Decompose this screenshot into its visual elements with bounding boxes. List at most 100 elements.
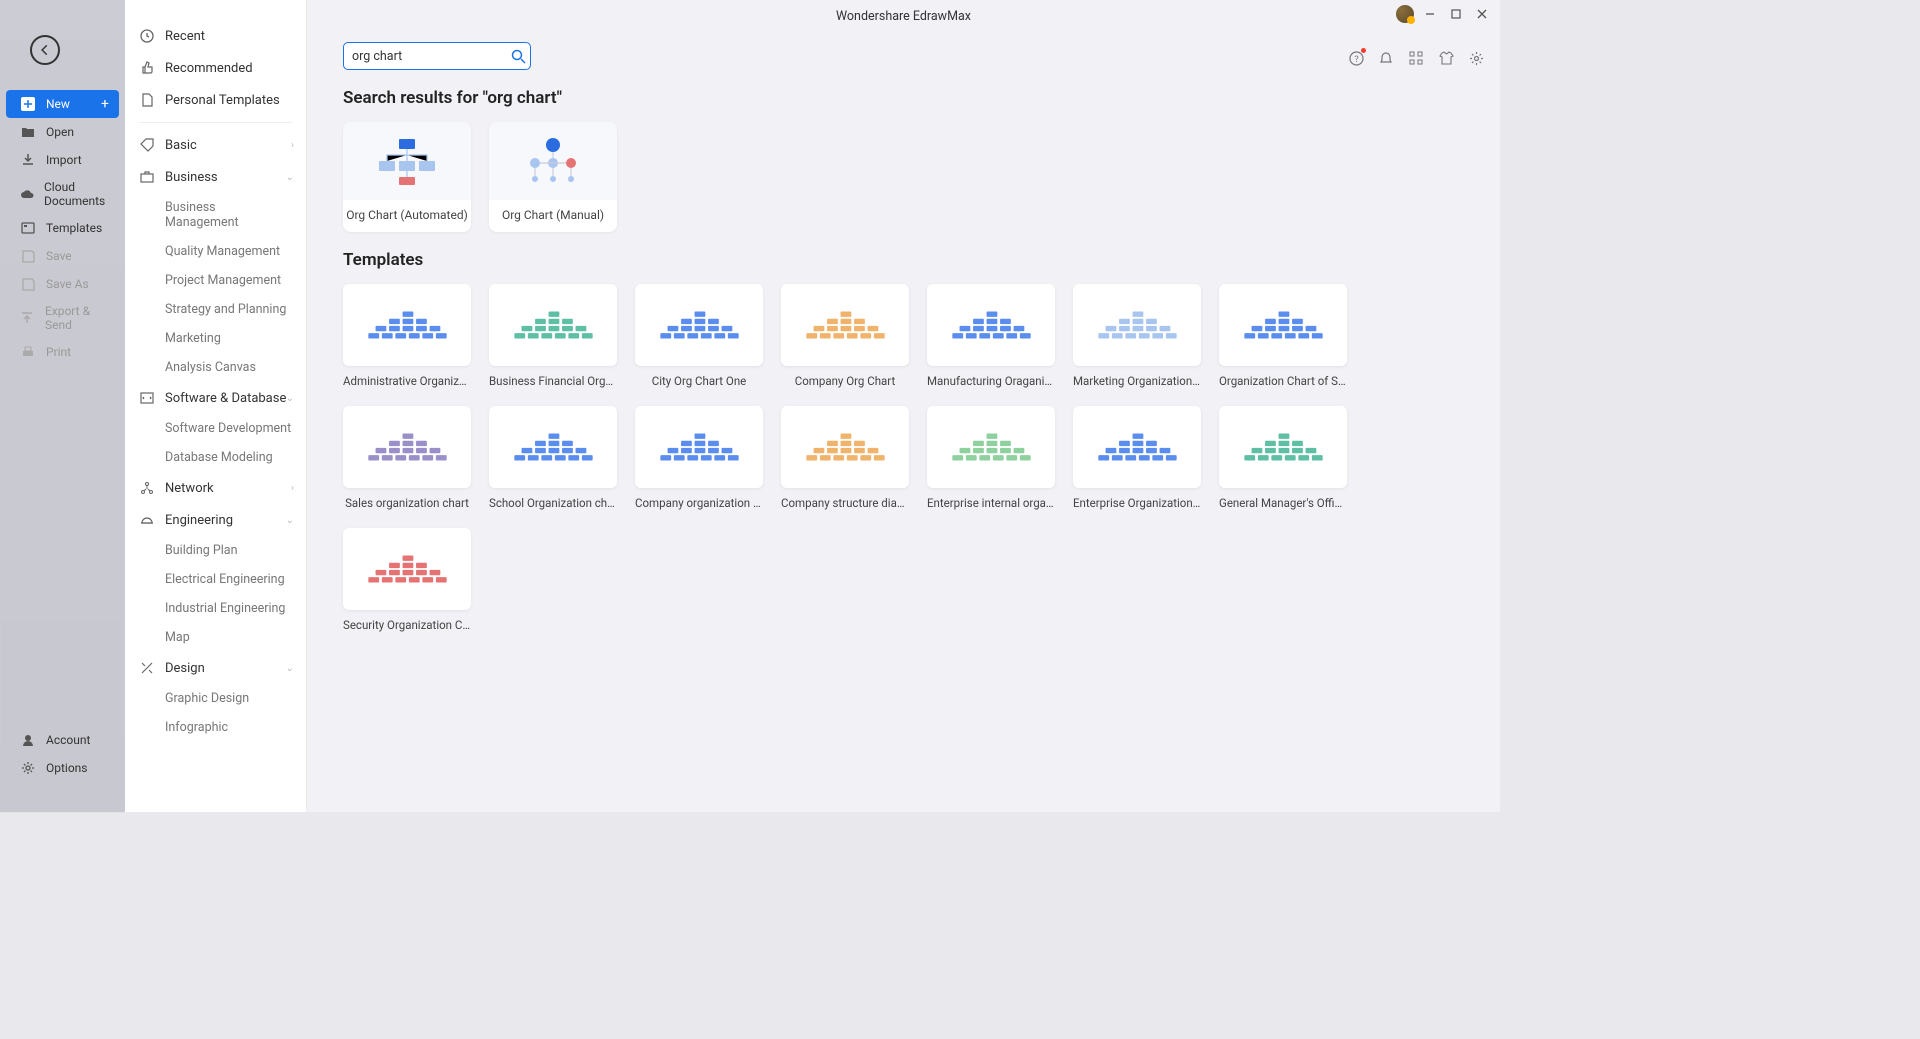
back-button[interactable] [30, 35, 60, 65]
chevron-down-icon: ⌄ [286, 393, 294, 404]
template-label: Enterprise internal organiz... [927, 488, 1055, 510]
search-results-row: Org Chart (Automated) Org Chart (M [343, 122, 1464, 232]
template-card[interactable]: Business Financial Organiz... [489, 284, 617, 388]
result-card-automated[interactable]: Org Chart (Automated) [343, 122, 471, 232]
nav-options[interactable]: Options [0, 754, 125, 782]
chevron-right-icon: › [291, 140, 294, 151]
maximize-button[interactable] [1446, 4, 1466, 24]
cat-sub-map[interactable]: Map [125, 623, 306, 652]
cat-sub-infographic[interactable]: Infographic [125, 713, 306, 742]
save-as-icon [20, 276, 36, 292]
template-label: Manufacturing Oraganizati... [927, 366, 1055, 388]
help-icon[interactable]: ? [1348, 50, 1364, 66]
template-label: Sales organization chart [343, 488, 471, 510]
template-card[interactable]: Enterprise Organization Ch... [1073, 406, 1201, 510]
cat-sub-industrial-engineering[interactable]: Industrial Engineering [125, 594, 306, 623]
nav-print[interactable]: Print [0, 338, 125, 366]
cat-sub-business-management[interactable]: Business Management [125, 193, 306, 237]
template-card[interactable]: Company structure diagram [781, 406, 909, 510]
app-title: Wondershare EdrawMax [836, 9, 971, 24]
cat-sub-project-management[interactable]: Project Management [125, 266, 306, 295]
org-chart-icon [806, 310, 884, 341]
cat-network-label: Network [165, 481, 214, 496]
template-label: Company Org Chart [781, 366, 909, 388]
template-card[interactable]: School Organization chart [489, 406, 617, 510]
tag-icon [139, 137, 155, 153]
nav-save-label: Save [46, 249, 72, 263]
template-thumb [781, 406, 909, 488]
save-icon [20, 248, 36, 264]
cat-sub-analysis-canvas[interactable]: Analysis Canvas [125, 353, 306, 382]
nav-save-as[interactable]: Save As [0, 270, 125, 298]
template-card[interactable]: Administrative Organizati... [343, 284, 471, 388]
cat-engineering-label: Engineering [165, 513, 233, 528]
cat-recommended[interactable]: Recommended [125, 52, 306, 84]
template-card[interactable]: Company Org Chart [781, 284, 909, 388]
cat-sub-database-modeling[interactable]: Database Modeling [125, 443, 306, 472]
template-label: Business Financial Organiz... [489, 366, 617, 388]
template-card[interactable]: Enterprise internal organiz... [927, 406, 1055, 510]
nav-templates-label: Templates [46, 221, 102, 235]
nav-cloud-label: Cloud Documents [44, 180, 115, 208]
template-card[interactable]: Security Organization Chart [343, 528, 471, 632]
cat-design[interactable]: Design ⌄ [125, 652, 306, 684]
cat-sub-strategy-planning[interactable]: Strategy and Planning [125, 295, 306, 324]
nav-save[interactable]: Save [0, 242, 125, 270]
apps-icon[interactable] [1408, 50, 1424, 66]
search-icon[interactable] [511, 49, 526, 64]
close-button[interactable] [1472, 4, 1492, 24]
search-box[interactable] [343, 42, 531, 70]
header-toolbar: ? [1348, 50, 1484, 66]
org-chart-icon [1244, 310, 1322, 341]
nav-export[interactable]: Export & Send [0, 298, 125, 338]
nav-account[interactable]: Account [0, 726, 125, 754]
hardhat-icon [139, 512, 155, 528]
template-card[interactable]: Organization Chart of Sale... [1219, 284, 1347, 388]
template-card[interactable]: General Manager's Office ... [1219, 406, 1347, 510]
template-card[interactable]: Marketing Organization C... [1073, 284, 1201, 388]
result-card-manual[interactable]: Org Chart (Manual) [489, 122, 617, 232]
cat-sub-quality-management[interactable]: Quality Management [125, 237, 306, 266]
cat-recent[interactable]: Recent [125, 20, 306, 52]
nav-open[interactable]: Open [0, 118, 125, 146]
template-card[interactable]: City Org Chart One [635, 284, 763, 388]
thumbs-up-icon [139, 60, 155, 76]
arrow-left-icon [38, 43, 52, 57]
cat-sub-software-development[interactable]: Software Development [125, 414, 306, 443]
cat-software-label: Software & Database [165, 391, 286, 406]
nav-new[interactable]: New + [6, 90, 119, 118]
org-chart-icon [660, 310, 738, 341]
cat-recommended-label: Recommended [165, 61, 253, 76]
avatar[interactable] [1396, 5, 1414, 23]
template-thumb [489, 284, 617, 366]
nav-import[interactable]: Import [0, 146, 125, 174]
shirt-icon[interactable] [1438, 50, 1454, 66]
nav-templates[interactable]: Templates [0, 214, 125, 242]
cat-business[interactable]: Business ⌄ [125, 161, 306, 193]
cat-sub-graphic-design[interactable]: Graphic Design [125, 684, 306, 713]
template-card[interactable]: Manufacturing Oraganizati... [927, 284, 1055, 388]
bell-icon[interactable] [1378, 50, 1394, 66]
template-thumb [635, 406, 763, 488]
cat-sub-electrical-engineering[interactable]: Electrical Engineering [125, 565, 306, 594]
cat-sub-marketing[interactable]: Marketing [125, 324, 306, 353]
template-card[interactable]: Company organization chart [635, 406, 763, 510]
search-input[interactable] [352, 49, 511, 64]
template-thumb [1073, 284, 1201, 366]
settings-icon[interactable] [1468, 50, 1484, 66]
org-chart-icon [368, 310, 446, 341]
template-thumb [343, 528, 471, 610]
clock-icon [139, 28, 155, 44]
minimize-button[interactable] [1420, 4, 1440, 24]
cat-sub-building-plan[interactable]: Building Plan [125, 536, 306, 565]
result-thumb [343, 122, 471, 200]
cat-software-database[interactable]: Software & Database ⌄ [125, 382, 306, 414]
nav-cloud-documents[interactable]: Cloud Documents [0, 174, 125, 214]
cat-personal-templates[interactable]: Personal Templates [125, 84, 306, 116]
cat-network[interactable]: Network › [125, 472, 306, 504]
cat-engineering[interactable]: Engineering ⌄ [125, 504, 306, 536]
template-thumb [781, 284, 909, 366]
cat-basic[interactable]: Basic › [125, 129, 306, 161]
template-card[interactable]: Sales organization chart [343, 406, 471, 510]
category-panel: Recent Recommended Personal Templates Ba… [125, 0, 307, 812]
